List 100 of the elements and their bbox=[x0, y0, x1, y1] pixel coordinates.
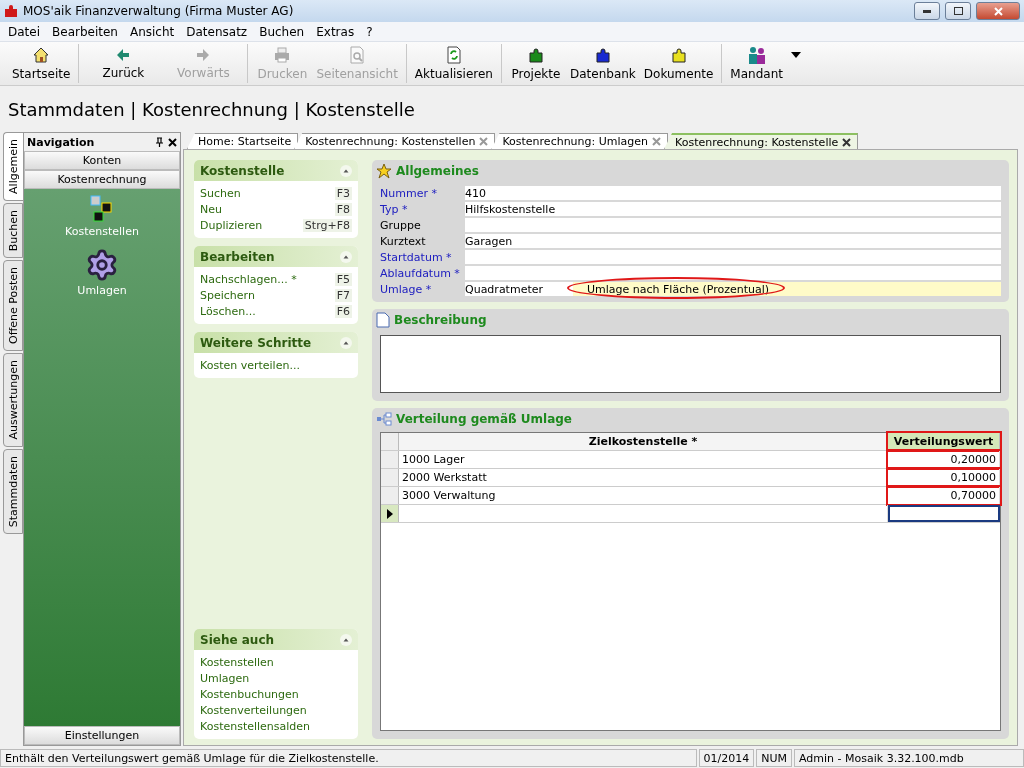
printer-icon bbox=[273, 46, 292, 64]
row-header[interactable] bbox=[381, 505, 399, 522]
side-tab[interactable]: Allgemein bbox=[3, 132, 23, 201]
document-tab[interactable]: Home: Startseite bbox=[187, 133, 299, 149]
task-link[interactable]: Kosten verteilen... bbox=[200, 358, 300, 372]
side-tab[interactable]: Offene Posten bbox=[3, 260, 23, 352]
shortcut-key: Strg+F8 bbox=[302, 218, 352, 232]
field-label: Umlage * bbox=[380, 282, 433, 296]
input-field[interactable] bbox=[465, 218, 1001, 232]
collapse-icon[interactable] bbox=[340, 250, 352, 263]
shortcut-key: F6 bbox=[334, 304, 352, 318]
menu-item[interactable]: ? bbox=[360, 24, 379, 39]
menu-item[interactable]: Bearbeiten bbox=[46, 24, 124, 39]
menu-item[interactable]: Buchen bbox=[253, 24, 311, 39]
shortcut-key: F3 bbox=[334, 186, 352, 200]
menu-item[interactable]: Datei bbox=[2, 24, 46, 39]
task-link[interactable]: Umlagen bbox=[200, 671, 250, 685]
task-link[interactable]: Kostenstellen bbox=[200, 655, 274, 669]
toolbar-button[interactable]: Aktualisieren bbox=[410, 44, 497, 83]
panel-title: Verteilung gemäß Umlage bbox=[396, 412, 572, 426]
navigation-section[interactable]: Einstellungen bbox=[24, 726, 180, 745]
table-cell: 0,70000 bbox=[888, 487, 1000, 504]
task-link[interactable]: Neu bbox=[200, 202, 222, 216]
side-tab[interactable]: Auswertungen bbox=[3, 353, 23, 447]
document-tab[interactable]: Kostenrechnung: Kostenstelle bbox=[664, 133, 859, 149]
input-field[interactable] bbox=[888, 505, 1000, 522]
menu-item[interactable]: Ansicht bbox=[123, 24, 181, 39]
field-label: Gruppe bbox=[380, 218, 422, 232]
field-label: Typ * bbox=[380, 202, 409, 216]
arrow-left-icon bbox=[115, 47, 132, 63]
task-link[interactable]: Kostenstellensalden bbox=[200, 719, 311, 733]
house-icon bbox=[32, 46, 51, 64]
page-heading: Stammdaten | Kostenrechnung | Kostenstelle bbox=[7, 97, 416, 122]
pin-icon[interactable] bbox=[155, 137, 164, 147]
status-message: Enthält den Verteilungswert gemäß Umlage für die Zielkostenstelle. bbox=[0, 749, 697, 767]
document-tab[interactable]: Kostenrechnung: Umlagen bbox=[491, 133, 669, 149]
page-magnifier-icon bbox=[348, 46, 367, 64]
field-label: Nummer * bbox=[380, 186, 438, 200]
dropdown-arrow-icon[interactable] bbox=[790, 52, 801, 58]
maximize-button[interactable] bbox=[945, 2, 971, 20]
app-logo-icon bbox=[4, 4, 18, 18]
table-cell: 0,20000 bbox=[888, 451, 1000, 468]
task-link[interactable]: Suchen bbox=[200, 186, 241, 200]
toolbar-button[interactable]: Mandant bbox=[726, 44, 787, 83]
task-link[interactable]: Nachschlagen... * bbox=[200, 272, 297, 286]
menu-item[interactable]: Datensatz bbox=[180, 24, 254, 39]
panel-title: Beschreibung bbox=[394, 313, 487, 327]
toolbar-button[interactable]: Projekte bbox=[506, 44, 566, 83]
task-group-title: Weitere Schritte bbox=[200, 335, 312, 350]
status-period: 01/2014 bbox=[698, 749, 755, 767]
input-field[interactable]: Garagen bbox=[465, 234, 1001, 248]
input-field[interactable]: 410 bbox=[465, 186, 1001, 200]
toolbar-button[interactable]: Dokumente bbox=[639, 44, 718, 83]
menu-item[interactable]: Extras bbox=[310, 24, 361, 39]
task-link[interactable]: Löschen... bbox=[200, 304, 256, 318]
navigation-section[interactable]: Kostenrechnung bbox=[24, 170, 180, 189]
row-pointer-icon bbox=[386, 508, 393, 519]
arrow-right-icon bbox=[195, 47, 212, 63]
input-field[interactable]: Hilfskostenstelle bbox=[465, 202, 1001, 216]
document-tab[interactable]: Kostenrechnung: Kostenstellen bbox=[294, 133, 496, 149]
panel-title: Allgemeines bbox=[396, 164, 479, 178]
toolbar-button[interactable]: Datenbank bbox=[566, 44, 640, 83]
minimize-button[interactable] bbox=[914, 2, 940, 20]
task-link[interactable]: Kostenbuchungen bbox=[200, 687, 299, 701]
panel-title: Navigation bbox=[27, 135, 96, 149]
field-label: Ablaufdatum * bbox=[380, 266, 461, 280]
side-tab[interactable]: Stammdaten bbox=[3, 448, 23, 534]
hierarchy-icon bbox=[376, 412, 392, 426]
shortcut-key: F5 bbox=[334, 272, 352, 286]
input-field[interactable] bbox=[465, 266, 1001, 280]
task-link[interactable]: Duplizieren bbox=[200, 218, 263, 232]
status-database: Admin - Mosaik 3.32.100.mdb bbox=[794, 749, 1024, 767]
shortcut-key: F8 bbox=[334, 202, 352, 216]
task-group-title: Bearbeiten bbox=[200, 249, 275, 264]
text-area[interactable] bbox=[380, 335, 1001, 393]
toolbar-button[interactable]: Zurück bbox=[83, 44, 164, 83]
maximize-icon bbox=[953, 7, 963, 15]
star-icon bbox=[376, 163, 392, 179]
close-button[interactable] bbox=[976, 2, 1020, 20]
task-link[interactable]: Speichern bbox=[200, 288, 255, 302]
task-link[interactable]: Kostenverteilungen bbox=[200, 703, 307, 717]
close-icon[interactable] bbox=[842, 137, 852, 147]
collapse-icon[interactable] bbox=[340, 164, 352, 177]
side-tab[interactable]: Buchen bbox=[3, 202, 23, 259]
toolbar-button[interactable]: Startseite bbox=[8, 44, 75, 83]
minimize-icon bbox=[923, 9, 931, 13]
table-cell: 3000 Verwaltung bbox=[399, 487, 888, 504]
collapse-icon[interactable] bbox=[340, 336, 352, 349]
gear-icon bbox=[85, 248, 119, 282]
collapse-icon[interactable] bbox=[340, 633, 352, 646]
window-title: MOS'aik Finanzverwaltung (Firma Muster AG) bbox=[23, 4, 295, 18]
field-label: Kurztext bbox=[380, 234, 427, 248]
shortcut-key: F7 bbox=[334, 288, 352, 302]
page-icon bbox=[376, 312, 390, 328]
column-header[interactable]: Zielkostenstelle * bbox=[399, 433, 888, 450]
table-cell: 1000 Lager bbox=[399, 451, 888, 468]
field-label: Startdatum * bbox=[380, 250, 453, 264]
input-field[interactable] bbox=[465, 250, 1001, 264]
navigation-section[interactable]: Konten bbox=[24, 151, 180, 170]
close-icon[interactable] bbox=[168, 137, 177, 147]
